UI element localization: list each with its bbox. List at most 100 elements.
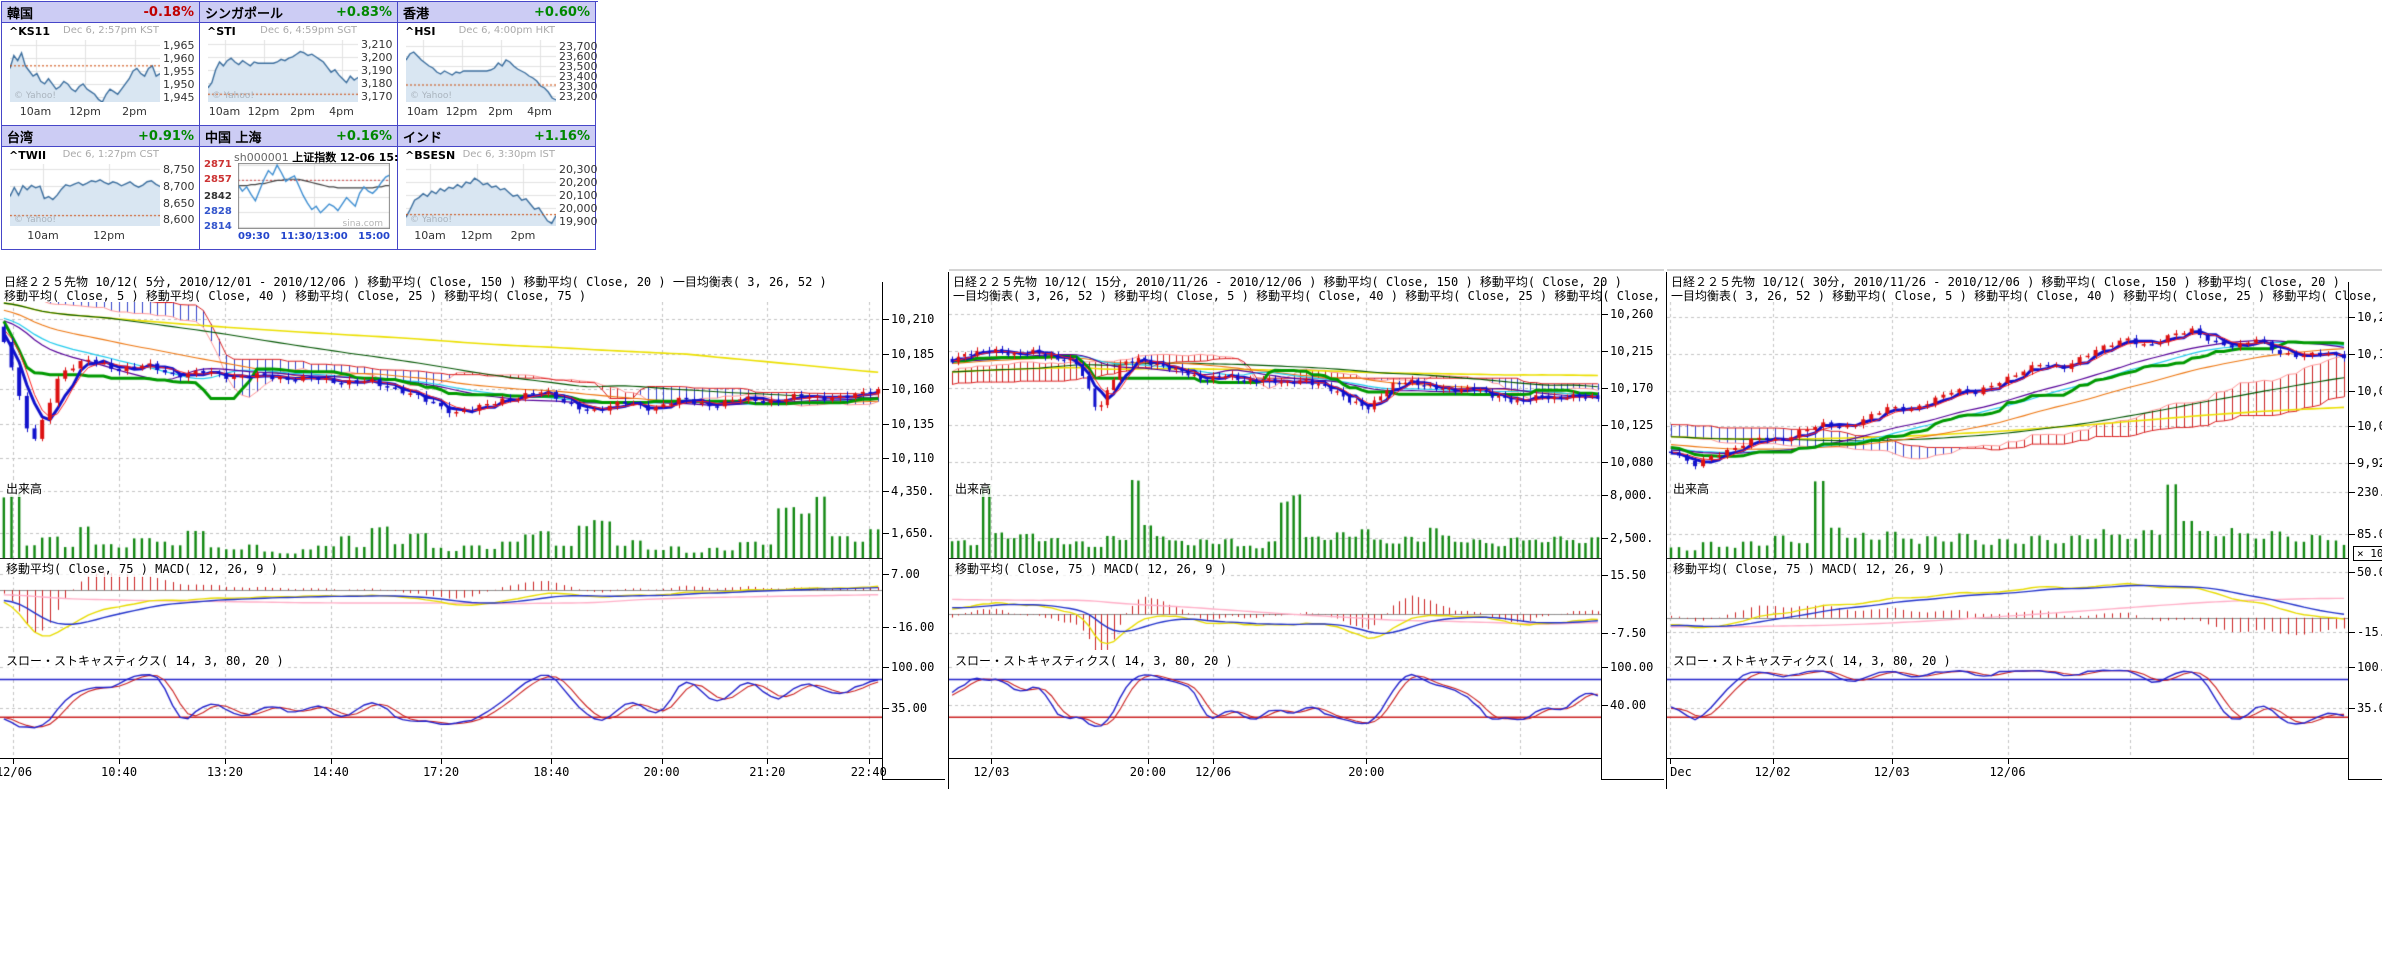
axis-tick-label: 10:40 <box>101 765 137 779</box>
market-chart-body: ^TWII Dec 6, 1:27pm CST © Yahoo! 8,7508,… <box>2 147 199 250</box>
market-cell-header: 韓国 -0.18% <box>2 2 199 23</box>
yahoo-watermark: © Yahoo! <box>212 91 254 101</box>
axis-tick <box>2349 632 2355 633</box>
axis-tick-label: 4pm <box>329 105 354 118</box>
market-cell-korea[interactable]: 韓国 -0.18% ^KS11 Dec 6, 2:57pm KST © Yaho… <box>2 2 200 126</box>
axis-tick-label: 2pm <box>511 229 536 242</box>
axis-tick <box>883 533 889 534</box>
axis-tick-label: 3,210 <box>361 38 393 51</box>
axis-tick-label: 3,190 <box>361 64 393 77</box>
axis-tick <box>2349 667 2355 668</box>
axis-tick-label: 100.00 <box>1610 660 1653 674</box>
axis-tick-label: 9,925 <box>2357 456 2382 470</box>
axis-tick-label: -15.00 <box>2357 625 2382 639</box>
market-chart-body: sh000001 上证指数 12-06 15:00 sina.com 28712… <box>200 147 397 250</box>
axis-tick-label: 3,170 <box>361 90 393 103</box>
axis-tick <box>119 759 120 764</box>
axis-tick <box>1602 314 1608 315</box>
chart-panel-nikkei-5min[interactable]: 日経２２５先物 10/12( 5分, 2010/12/01 - 2010/12/… <box>0 272 945 789</box>
axis-tick-label: 4pm <box>527 105 552 118</box>
market-cell-singapore[interactable]: シンガポール +0.83% ^STI Dec 6, 4:59pm SGT © Y… <box>200 2 398 126</box>
axis-tick-label: 12/06 <box>1195 765 1231 779</box>
chart-panel-nikkei-30min[interactable]: 日経２２５先物 10/12( 30分, 2010/11/26 - 2010/12… <box>1666 272 2382 789</box>
price-candlestick-chart <box>949 302 1601 478</box>
axis-tick <box>1213 759 1214 764</box>
market-overview-grid: 韓国 -0.18% ^KS11 Dec 6, 2:57pm KST © Yaho… <box>1 1 598 250</box>
axis-tick-label: 22:40 <box>851 765 887 779</box>
sina-watermark: sina.com <box>343 219 384 229</box>
market-cell-india[interactable]: インド +1.16% ^BSESN Dec 6, 3:30pm IST © Ya… <box>398 126 596 250</box>
axis-tick <box>2349 426 2355 427</box>
axis-tick <box>2349 492 2355 493</box>
axis-tick <box>1602 538 1608 539</box>
market-cell-header: 香港 +0.60% <box>398 2 595 23</box>
market-cell-china-shanghai[interactable]: 中国 上海 +0.16% sh000001 上证指数 12-06 15:00 s… <box>200 126 398 250</box>
market-cell-header: 台湾 +0.91% <box>2 126 199 147</box>
axis-tick-label: 10,215 <box>1610 344 1653 358</box>
axis-tick-label: 20,000 <box>559 202 598 215</box>
axis-tick-label: 1,955 <box>163 65 195 78</box>
axis-tick-label: 35.00 <box>2357 701 2382 715</box>
axis-tick-label: 230.00 <box>2357 485 2382 499</box>
market-cell-header: シンガポール +0.83% <box>200 2 397 23</box>
axis-tick-label: 12pm <box>446 105 478 118</box>
panel-plot-area[interactable]: 出来高 移動平均( Close, 75 ) MACD( 12, 26, 9 ) … <box>0 302 882 758</box>
market-cell-header: 中国 上海 +0.16% <box>200 126 397 147</box>
axis-tick <box>2349 534 2355 535</box>
axis-tick-label: 20,200 <box>559 176 598 189</box>
market-chart-body: ^BSESN Dec 6, 3:30pm IST © Yahoo! 20,300… <box>398 147 595 250</box>
trading-workstation-screen: { "chart_data": [ { "type": "area", "reg… <box>0 0 2382 964</box>
market-chart-body: ^HSI Dec 6, 4:00pm HKT © Yahoo! 23,70023… <box>398 23 595 126</box>
axis-tick-label: 10am <box>20 105 51 118</box>
axis-tick-label: 2pm <box>488 105 513 118</box>
axis-tick-label: 18:40 <box>533 765 569 779</box>
stochastics-label: スロー・ストキャスティクス( 14, 3, 80, 20 ) <box>4 652 286 669</box>
axis-tick-label: 8,750 <box>163 163 195 176</box>
market-name: 香港 <box>403 3 429 22</box>
axis-tick-label: 10am <box>407 105 438 118</box>
right-axis-line <box>882 282 883 779</box>
axis-tick-label: 12/02 <box>1754 765 1790 779</box>
axis-tick-label: 10am <box>209 105 240 118</box>
overview-row-1: 韓国 -0.18% ^KS11 Dec 6, 2:57pm KST © Yaho… <box>2 2 598 126</box>
axis-tick-label: 2842 <box>204 191 234 202</box>
market-chart-body: ^STI Dec 6, 4:59pm SGT © Yahoo! 3,2103,2… <box>200 23 397 126</box>
axis-tick-label: 11:30/13:00 <box>280 231 347 242</box>
yahoo-watermark: © Yahoo! <box>410 215 452 225</box>
market-change: +0.91% <box>138 129 194 144</box>
axis-tick <box>883 667 889 668</box>
axis-tick-label: 2pm <box>122 105 147 118</box>
market-cell-taiwan[interactable]: 台湾 +0.91% ^TWII Dec 6, 1:27pm CST © Yaho… <box>2 126 200 250</box>
volume-label: 出来高 <box>4 480 44 497</box>
axis-tick-label: 19,900 <box>559 215 598 228</box>
panel-plot-area[interactable]: 出来高 移動平均( Close, 75 ) MACD( 12, 26, 9 ) … <box>1667 302 2348 758</box>
volume-label: 出来高 <box>1671 480 1711 497</box>
market-name: 韓国 <box>7 3 33 22</box>
axis-tick <box>883 458 889 459</box>
panel-plot-area[interactable]: 出来高 移動平均( Close, 75 ) MACD( 12, 26, 9 ) … <box>949 302 1601 758</box>
market-change: +0.60% <box>534 5 590 20</box>
axis-tick-label: 12pm <box>461 229 493 242</box>
axis-tick-label: 10am <box>27 229 58 242</box>
axis-tick <box>1602 425 1608 426</box>
axis-tick <box>1670 759 1671 764</box>
axis-tick-label: 15.50 <box>1610 568 1646 582</box>
axis-tick-label: 85.00 <box>2357 527 2382 541</box>
axis-tick <box>883 354 889 355</box>
axis-tick-label: 10,090 <box>2357 384 2382 398</box>
axis-tick-label: 12/06 <box>0 765 32 779</box>
quote-timestamp: Dec 6, 4:59pm SGT <box>260 25 357 36</box>
axis-tick-label: 10,160 <box>891 382 934 396</box>
market-cell-hongkong[interactable]: 香港 +0.60% ^HSI Dec 6, 4:00pm HKT © Yahoo… <box>398 2 596 126</box>
market-name: 中国 上海 <box>205 127 262 146</box>
axis-tick-label: 20,100 <box>559 189 598 202</box>
axis-tick <box>869 759 870 764</box>
yahoo-watermark: © Yahoo! <box>14 215 56 225</box>
axis-tick-label: 35.00 <box>891 701 927 715</box>
axis-tick-label: 1,950 <box>163 78 195 91</box>
axis-tick-label: 12/03 <box>973 765 1009 779</box>
chart-panel-nikkei-15min[interactable]: 日経２２５先物 10/12( 15分, 2010/11/26 - 2010/12… <box>948 272 1664 789</box>
axis-tick-label: 7.00 <box>891 567 920 581</box>
axis-tick <box>1366 759 1367 764</box>
volume-macd-divider <box>0 558 882 559</box>
